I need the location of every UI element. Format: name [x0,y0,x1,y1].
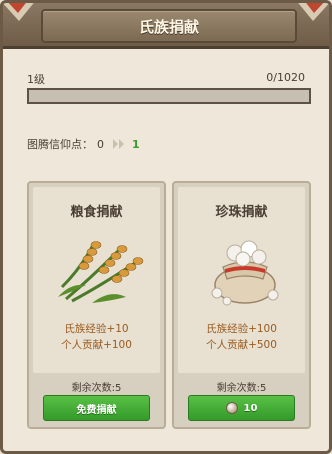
totem-points-next: 1 [132,137,140,151]
totem-points-label: 图腾信仰点： [27,138,93,151]
pearl-donate-button[interactable]: 10 [188,395,295,421]
title-bar: 氏族捐献 [3,3,329,49]
pearl-icon [225,402,238,414]
remaining-count: 剩余次数:5 [216,383,267,394]
card-content: 粮食捐献 氏族经验+10 个人贡献+100 [33,187,160,373]
free-donate-label: 免费捐献 [76,404,117,416]
pearl-cost-label: 10 [243,402,258,414]
pearl-donation-card: 珍珠捐献 氏族经验+100 个人贡献+500 剩余次数:5 10 [172,181,311,429]
double-arrow-icon [113,139,124,149]
totem-points-row: 图腾信仰点： 0 1 [27,136,140,152]
grain-donation-card: 粮食捐献 氏族经验+10 个人贡献+100 剩余次数:5 免费捐献 [27,181,166,429]
totem-points-current: 0 [97,137,104,151]
corner-ornament-icon [298,3,329,21]
free-donate-button[interactable]: 免费捐献 [43,395,150,421]
card-content: 珍珠捐献 氏族经验+100 个人贡献+500 [178,187,305,373]
clan-exp-gain: 氏族经验+10 [64,323,129,335]
corner-ornament-icon [3,3,34,21]
title-plate: 氏族捐献 [41,9,297,43]
exp-counter: 0/1020 [266,71,305,84]
pearl-sack-icon [211,240,279,306]
clan-exp-gain: 氏族经验+100 [206,323,277,335]
card-title: 粮食捐献 [70,205,123,220]
exp-progress-bar [27,88,311,104]
personal-contribution-gain: 个人贡献+500 [206,339,277,351]
donation-panel: 氏族捐献 1级 0/1020 图腾信仰点： 0 1 粮食捐献 氏族经验+10 个… [0,0,332,454]
level-label: 1级 [27,73,45,86]
grain-icon [58,241,144,303]
card-title: 珍珠捐献 [215,205,268,220]
page-title: 氏族捐献 [138,17,199,36]
remaining-count: 剩余次数:5 [71,383,122,394]
personal-contribution-gain: 个人贡献+100 [61,339,132,351]
